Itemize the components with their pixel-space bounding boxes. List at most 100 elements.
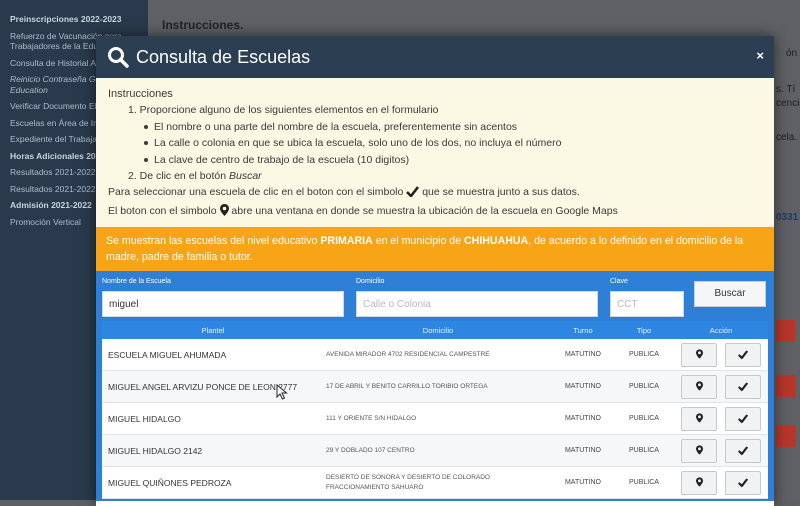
mouse-cursor-icon <box>276 383 288 405</box>
instruction-map-line: El boton con el simbolo abre una ventana… <box>108 203 762 221</box>
map-location-button[interactable] <box>681 470 717 495</box>
cell-tipo: PUBLICA <box>629 415 659 422</box>
select-school-button[interactable] <box>725 470 761 495</box>
table-row: MIGUEL ANGEL ARVIZU PONCE DE LEON 2777 17… <box>102 371 768 403</box>
instruction-step-2-text: 2. De clic en el botón <box>128 170 229 183</box>
table-row: MIGUEL HIDALGO 2142 29 Y DOBLADO 107 CENT… <box>102 435 768 467</box>
map-location-button[interactable] <box>681 374 717 399</box>
instruction-select-line: Para seleccionar una escuela de clic en … <box>108 184 762 202</box>
notice-text: en el municipio de <box>372 235 465 247</box>
column-header-tipo: Tipo <box>636 325 652 335</box>
school-name-label: Nombre de la Escuela <box>102 278 171 285</box>
modal-header: Consulta de Escuelas × <box>96 36 774 78</box>
notice-level: PRIMARIA <box>320 235 373 247</box>
cell-plantel: MIGUEL QUIÑONES PEDROZA <box>108 477 232 488</box>
results-table: Plantel Domicilio Turno Tipo Acción ESCU… <box>96 321 774 501</box>
cell-turno: MATUTINO <box>564 479 602 486</box>
map-marker-icon <box>695 346 703 364</box>
instruction-bullet: La calle o colonia en que se ubica la es… <box>108 135 762 151</box>
instruction-bullet: La clave de centro de trabajo de la escu… <box>108 152 762 168</box>
modal-title: Consulta de Escuelas <box>136 47 311 67</box>
check-icon <box>738 474 749 492</box>
instruction-map-text: El boton con el simbolo <box>108 204 217 217</box>
cell-accion <box>674 374 768 399</box>
table-row: MIGUEL QUIÑONES PEDROZA DESIERTO DE SONOR… <box>102 467 768 499</box>
cell-plantel: MIGUEL HIDALGO <box>108 413 181 424</box>
instructions-panel: Instrucciones 1. Proporcione alguno de l… <box>96 78 774 227</box>
select-school-button[interactable] <box>725 406 761 431</box>
cell-plantel: MIGUEL ANGEL ARVIZU PONCE DE LEON 2777 <box>108 381 298 392</box>
cell-domicilio: 29 Y DOBLADO 107 CENTRO <box>326 446 415 454</box>
column-header-turno: Turno <box>573 325 593 335</box>
check-icon <box>738 346 749 364</box>
instruction-map-suffix: abre una ventana en donde se muestra la … <box>231 204 618 217</box>
cell-tipo: PUBLICA <box>629 383 659 390</box>
table-row: MIGUEL HIDALGO 111 Y ORIENTE S/N HIDALGO M… <box>102 403 768 435</box>
instruction-step-2-emphasis: Buscar <box>228 170 262 183</box>
notice-municipality: CHIHUAHUA <box>464 235 529 247</box>
select-school-button[interactable] <box>725 374 761 399</box>
map-location-button[interactable] <box>681 342 717 367</box>
check-icon <box>738 378 749 396</box>
map-marker-icon <box>695 442 703 460</box>
cell-turno: MATUTINO <box>564 447 602 454</box>
address-label: Domicilio <box>356 278 385 285</box>
cell-tipo: PUBLICA <box>629 479 659 486</box>
education-level-notice: Se muestran las escuelas del nivel educa… <box>96 227 774 271</box>
column-header-domicilio: Domicilio <box>422 325 454 335</box>
results-header: Plantel Domicilio Turno Tipo Acción <box>102 321 768 339</box>
cell-domicilio: 111 Y ORIENTE S/N HIDALGO <box>326 414 417 422</box>
check-icon <box>738 442 749 460</box>
cell-accion <box>674 342 768 367</box>
background-red-button <box>776 375 796 397</box>
cell-accion <box>674 406 768 431</box>
background-text-fragment: 0331 <box>776 212 799 223</box>
key-label: Clave <box>610 278 628 285</box>
instruction-step-2: 2. De clic en el botón Buscar <box>108 168 762 184</box>
map-location-button[interactable] <box>681 406 717 431</box>
cell-tipo: PUBLICA <box>629 447 659 454</box>
column-header-plantel: Plantel <box>201 325 225 335</box>
sidebar-item[interactable]: Preinscripciones 2022-2023 <box>0 14 148 25</box>
cell-domicilio: AVENIDA MIRADOR 4702 RESIDENCIAL CAMPEST… <box>326 350 490 358</box>
instructions-heading: Instrucciones <box>108 88 173 100</box>
school-name-input[interactable] <box>102 291 344 317</box>
cell-turno: MATUTINO <box>564 415 602 422</box>
instruction-step-1: 1. Proporcione alguno de los siguientes … <box>128 104 439 117</box>
background-red-button <box>776 320 796 342</box>
cell-turno: MATUTINO <box>564 351 602 358</box>
cell-plantel: ESCUELA MIGUEL AHUMADA <box>108 349 227 360</box>
search-button[interactable]: Buscar <box>694 281 766 307</box>
select-school-button[interactable] <box>725 438 761 463</box>
background-title: Instrucciones. <box>162 18 244 32</box>
address-input[interactable] <box>356 291 598 317</box>
map-location-button[interactable] <box>681 438 717 463</box>
instruction-bullet: El nombre o una parte del nombre de la e… <box>108 119 762 135</box>
close-button[interactable]: × <box>756 48 764 63</box>
cell-turno: MATUTINO <box>564 383 602 390</box>
school-search-modal: Consulta de Escuelas × Instrucciones 1. … <box>96 36 774 506</box>
table-row: ESCUELA MIGUEL AHUMADA AVENIDA MIRADOR 47… <box>102 339 768 371</box>
instruction-select-text: Para seleccionar una escuela de clic en … <box>108 186 404 199</box>
column-header-accion: Acción <box>709 325 733 335</box>
cell-domicilio: 17 DE ABRIL Y BENITO CARRILLO TORIBIO OR… <box>326 382 488 390</box>
background-red-button <box>776 425 796 447</box>
background-text-fragment: cela. <box>776 132 798 143</box>
map-marker-icon <box>695 378 703 396</box>
instruction-select-suffix: que se muestra junto a sus datos. <box>422 186 580 199</box>
background-text-fragment: cencia <box>776 98 800 109</box>
check-icon <box>738 410 749 428</box>
check-icon <box>406 186 420 202</box>
cell-accion <box>674 470 768 495</box>
cell-domicilio: DESIERTO DE SONORA Y DESIERTO DE COLORAD… <box>326 473 490 491</box>
key-input[interactable] <box>610 291 684 317</box>
background-text-fragment: s. Tí <box>776 84 796 95</box>
map-marker-icon <box>219 203 229 221</box>
search-form: Nombre de la Escuela Domicilio Clave Bus… <box>96 271 774 321</box>
results-body: ESCUELA MIGUEL AHUMADA AVENIDA MIRADOR 47… <box>102 339 768 499</box>
cell-plantel: MIGUEL HIDALGO 2142 <box>108 445 203 456</box>
select-school-button[interactable] <box>725 342 761 367</box>
notice-text: Se muestran las escuelas del nivel educa… <box>106 235 321 247</box>
cell-tipo: PUBLICA <box>629 351 659 358</box>
cell-accion <box>674 438 768 463</box>
